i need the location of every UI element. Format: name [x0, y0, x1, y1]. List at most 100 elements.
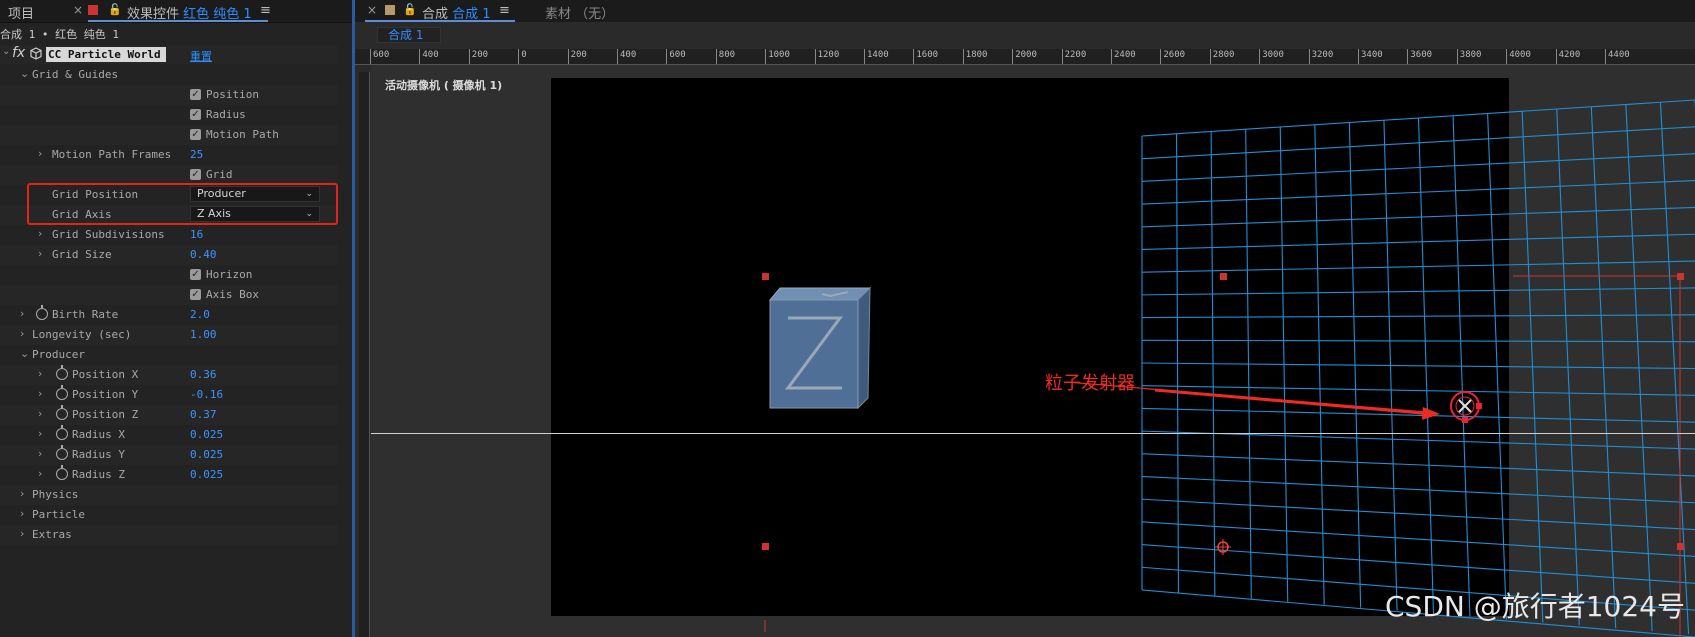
- checkbox-label: Radius: [206, 108, 246, 121]
- grid-line: [1141, 498, 1695, 531]
- row-label: Motion Path Frames: [52, 148, 172, 161]
- stopwatch-icon[interactable]: [56, 445, 68, 460]
- row-label: Position X: [72, 368, 139, 381]
- chevron-right-icon[interactable]: ›: [20, 327, 24, 340]
- grid-line: [1141, 287, 1695, 296]
- reset-link[interactable]: 重置: [190, 48, 212, 64]
- row-label: Position Y: [72, 388, 139, 401]
- horizon-checkbox[interactable]: ✓: [190, 269, 201, 280]
- row-value[interactable]: 0.025: [190, 428, 223, 441]
- axis-box-checkbox[interactable]: ✓: [190, 289, 201, 300]
- chevron-right-icon[interactable]: ›: [20, 507, 24, 520]
- row-label: Particle: [32, 508, 85, 521]
- fx-icon[interactable]: fx: [12, 45, 25, 61]
- row-producer[interactable]: ⌄ Producer: [0, 345, 338, 365]
- row-longevity[interactable]: › Longevity (sec) 1.00: [0, 325, 338, 345]
- row-label: Producer: [32, 348, 85, 361]
- effect-name[interactable]: CC Particle World: [46, 47, 166, 62]
- chevron-down-icon[interactable]: ⌄: [20, 347, 29, 360]
- chevron-right-icon[interactable]: ›: [20, 487, 24, 500]
- axis-cube-icon: [768, 286, 872, 410]
- close-icon[interactable]: ×: [73, 3, 83, 17]
- layer-handle[interactable]: [1677, 543, 1684, 550]
- row-label: Radius Z: [72, 468, 125, 481]
- row-value[interactable]: 0.025: [190, 468, 223, 481]
- row-value[interactable]: 2.0: [190, 308, 210, 321]
- chevron-right-icon[interactable]: ›: [38, 387, 42, 400]
- checkbox-label: Axis Box: [206, 288, 259, 301]
- stopwatch-icon[interactable]: [36, 305, 48, 320]
- chevron-right-icon[interactable]: ›: [38, 407, 42, 420]
- row-particle[interactable]: › Particle: [0, 505, 338, 525]
- row-position-z[interactable]: › Position Z 0.37: [0, 405, 338, 425]
- row-extras[interactable]: › Extras: [0, 525, 338, 545]
- row-position-y[interactable]: › Position Y -0.16: [0, 385, 338, 405]
- row-label: Birth Rate: [52, 308, 119, 321]
- watermark-text: CSDN @旅行者1024号: [1385, 590, 1685, 623]
- grid-line: [1141, 206, 1695, 228]
- layer-handle[interactable]: [762, 543, 769, 550]
- layer-handle[interactable]: [762, 273, 769, 280]
- row-value[interactable]: -0.16: [190, 388, 223, 401]
- annotation-text: 粒子发射器: [1045, 373, 1135, 394]
- chevron-right-icon[interactable]: ›: [38, 227, 42, 240]
- row-position-checkbox: ✓ Position: [0, 85, 338, 105]
- chevron-right-icon[interactable]: ›: [38, 447, 42, 460]
- row-label: Physics: [32, 488, 79, 501]
- grid-checkbox[interactable]: ✓: [190, 169, 201, 180]
- grid-line: [1141, 233, 1695, 251]
- arrow-head-icon: [1422, 407, 1440, 420]
- grid-line: [1141, 385, 1695, 396]
- stopwatch-icon[interactable]: [56, 365, 68, 380]
- row-radius-y[interactable]: › Radius Y 0.025: [0, 445, 338, 465]
- chevron-right-icon[interactable]: ›: [38, 147, 42, 160]
- checkbox-label: Horizon: [206, 268, 253, 281]
- row-birth-rate[interactable]: › Birth Rate 2.0: [0, 305, 338, 325]
- radius-checkbox[interactable]: ✓: [190, 109, 201, 120]
- row-position-x[interactable]: › Position X 0.36: [0, 365, 338, 385]
- row-value[interactable]: 0.37: [190, 408, 217, 421]
- stopwatch-icon[interactable]: [56, 425, 68, 440]
- position-checkbox[interactable]: ✓: [190, 89, 201, 100]
- layer-handle[interactable]: [1677, 273, 1684, 280]
- row-motion-path-checkbox: ✓ Motion Path: [0, 125, 338, 145]
- row-motion-path-frames[interactable]: › Motion Path Frames 25: [0, 145, 338, 165]
- chevron-right-icon[interactable]: ›: [20, 307, 24, 320]
- row-value[interactable]: 16: [190, 228, 203, 241]
- row-label: Longevity (sec): [32, 328, 132, 341]
- stopwatch-icon[interactable]: [56, 385, 68, 400]
- left-panel-tabbar: 项目 × 🔓 效果控件 红色 纯色 1 ≡: [0, 0, 352, 23]
- row-axis-box-checkbox: ✓ Axis Box: [0, 285, 338, 305]
- grid-line: [1141, 407, 1695, 423]
- row-value[interactable]: 25: [190, 148, 203, 161]
- motion-path-checkbox[interactable]: ✓: [190, 129, 201, 140]
- grid-line: [1141, 180, 1695, 205]
- stopwatch-icon[interactable]: [56, 405, 68, 420]
- tab-project[interactable]: 项目: [8, 3, 34, 22]
- stopwatch-icon[interactable]: [56, 465, 68, 480]
- chevron-right-icon[interactable]: ›: [38, 467, 42, 480]
- row-grid-size[interactable]: › Grid Size 0.40: [0, 245, 338, 265]
- row-value[interactable]: 0.36: [190, 368, 217, 381]
- annotation-highlight-box: [27, 183, 338, 225]
- chevron-right-icon[interactable]: ›: [20, 527, 24, 540]
- row-radius-x[interactable]: › Radius X 0.025: [0, 425, 338, 445]
- effect-color-icon: [88, 5, 98, 15]
- chevron-down-icon[interactable]: ⌄: [2, 46, 10, 57]
- row-value[interactable]: 1.00: [190, 328, 217, 341]
- row-physics[interactable]: › Physics: [0, 485, 338, 505]
- grid-line: [1141, 475, 1695, 504]
- panel-menu-icon[interactable]: ≡: [260, 3, 271, 18]
- chevron-right-icon[interactable]: ›: [38, 247, 42, 260]
- lock-icon[interactable]: 🔓: [108, 3, 122, 16]
- row-value[interactable]: 0.40: [190, 248, 217, 261]
- row-grid-guides[interactable]: ⌄ Grid & Guides: [0, 65, 338, 85]
- row-grid-subdivisions[interactable]: › Grid Subdivisions 16: [0, 225, 338, 245]
- row-value[interactable]: 0.025: [190, 448, 223, 461]
- layer-handle[interactable]: [1220, 273, 1227, 280]
- chevron-right-icon[interactable]: ›: [38, 367, 42, 380]
- chevron-down-icon[interactable]: ⌄: [20, 67, 29, 80]
- row-radius-z[interactable]: › Radius Z 0.025: [0, 465, 338, 485]
- row-label: Position Z: [72, 408, 139, 421]
- chevron-right-icon[interactable]: ›: [38, 427, 42, 440]
